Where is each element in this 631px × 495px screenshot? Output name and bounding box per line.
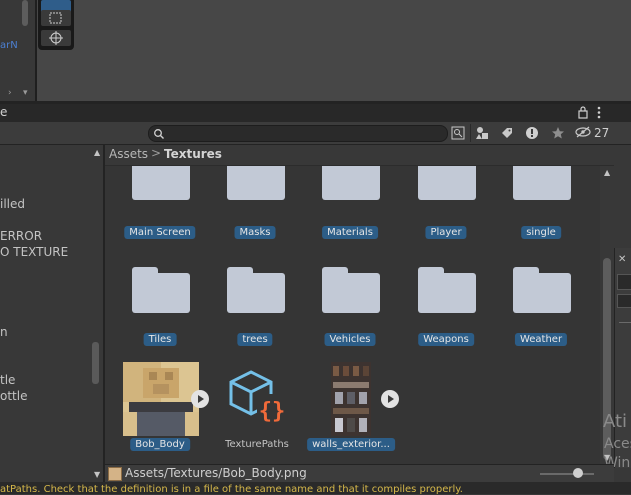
folder-tile[interactable]: single xyxy=(505,166,577,254)
folder-label: Tiles xyxy=(143,333,177,346)
breadcrumb-separator: > xyxy=(151,146,162,160)
chevron-right-icon[interactable]: › xyxy=(8,88,12,98)
folder-icon xyxy=(322,166,380,204)
breadcrumb-assets[interactable]: Assets xyxy=(109,147,148,161)
folder-tile[interactable]: Weapons xyxy=(410,264,482,364)
activation-watermark-line1: Ati xyxy=(603,411,628,432)
asset-tile-bob-body[interactable]: Bob_Body xyxy=(120,362,210,462)
crosshair-icon xyxy=(49,31,63,45)
grid-scroll-up-icon[interactable]: ▲ xyxy=(604,168,610,177)
folder-icon xyxy=(227,166,285,204)
folder-icon xyxy=(418,267,476,317)
chevron-down-icon[interactable]: ▾ xyxy=(23,88,28,98)
kebab-menu-icon[interactable] xyxy=(596,106,602,122)
expand-sprite-play-icon[interactable] xyxy=(191,390,209,408)
panel-tab-strip xyxy=(0,104,631,122)
tree-item[interactable]: ERROR xyxy=(0,229,42,243)
folder-label: Materials xyxy=(322,226,378,239)
folder-label: Masks xyxy=(234,226,276,239)
folder-icon xyxy=(418,166,476,204)
folder-tile[interactable]: Masks xyxy=(219,166,291,254)
zoom-slider-thumb[interactable] xyxy=(572,468,583,478)
favorite-star-icon[interactable] xyxy=(549,124,567,142)
toolbar-separator xyxy=(470,124,471,142)
folder-icon xyxy=(132,267,190,317)
asset-label: Bob_Body xyxy=(130,438,190,451)
asset-grid: Main Screen Masks Materials Player singl… xyxy=(105,166,600,466)
lock-icon[interactable] xyxy=(577,106,589,122)
asset-tile-texturepaths[interactable]: {} TexturePaths xyxy=(219,362,295,462)
texture-preview-icon xyxy=(123,362,199,436)
scene-view-area[interactable] xyxy=(37,0,631,102)
folder-tile[interactable]: Materials xyxy=(314,166,386,254)
console-errors-icon[interactable] xyxy=(523,124,541,142)
selected-asset-path: Assets/Textures/Bob_Body.png xyxy=(125,466,307,480)
folder-tile[interactable]: Player xyxy=(410,166,482,254)
folder-label: Main Screen xyxy=(124,226,196,239)
side-field[interactable] xyxy=(617,274,631,290)
tree-item[interactable]: O TEXTURE xyxy=(0,245,68,259)
tree-item[interactable]: ottle xyxy=(0,389,27,403)
folder-icon xyxy=(322,267,380,317)
hidden-count: 27 xyxy=(594,126,610,140)
folder-label: Weapons xyxy=(418,333,474,346)
folder-icon xyxy=(227,267,285,317)
search-input[interactable] xyxy=(148,125,448,142)
breadcrumb-textures[interactable]: Textures xyxy=(164,147,222,161)
folder-label: trees xyxy=(237,333,273,346)
tree-item[interactable]: illed xyxy=(0,197,25,211)
search-scope-icon[interactable] xyxy=(449,124,467,142)
rect-tool-button[interactable] xyxy=(41,10,71,26)
folder-tile[interactable]: trees xyxy=(219,264,291,364)
folder-label: Weather xyxy=(514,333,568,346)
console-message[interactable]: atPaths. Check that the definition is in… xyxy=(0,484,463,495)
folder-label: single xyxy=(521,226,561,239)
panel-tab-label[interactable]: e xyxy=(0,105,7,119)
texture-thumbnail xyxy=(123,362,199,436)
activation-watermark-line2: Aces xyxy=(604,436,631,452)
zoom-slider-track[interactable] xyxy=(540,473,594,475)
transform-tool-button[interactable] xyxy=(41,30,71,46)
folder-icon xyxy=(132,166,190,204)
folder-tree-pane xyxy=(0,145,104,482)
scroll-up-arrow-icon[interactable]: ▲ xyxy=(94,148,100,157)
texture-preview-icon xyxy=(331,362,371,436)
divider-line xyxy=(619,322,631,323)
folder-label: Player xyxy=(425,226,467,239)
hidden-eye-icon[interactable] xyxy=(575,126,592,141)
tree-scrollbar-thumb[interactable] xyxy=(92,342,99,384)
folder-tile[interactable]: Main Screen xyxy=(124,166,196,254)
texture-thumbnail xyxy=(331,362,371,436)
script-asset-icon: {} xyxy=(229,370,291,431)
folder-tile[interactable]: Weather xyxy=(505,264,577,364)
filter-by-label-icon[interactable] xyxy=(498,124,516,142)
tool-gizmo-panel xyxy=(38,0,74,50)
texture-file-icon xyxy=(108,467,122,481)
search-icon xyxy=(154,129,164,139)
top-left-link-text: arN xyxy=(0,40,18,51)
folder-label: Vehicles xyxy=(324,333,376,346)
svg-text:{}: {} xyxy=(259,399,286,424)
tree-item[interactable]: tle xyxy=(0,373,15,387)
folder-tile[interactable]: Vehicles xyxy=(314,264,386,364)
folder-icon xyxy=(513,267,571,317)
folder-tile[interactable]: Tiles xyxy=(124,264,196,364)
expand-sprite-play-icon[interactable] xyxy=(381,390,399,408)
folder-icon xyxy=(513,166,571,204)
rect-select-icon xyxy=(49,12,62,24)
tree-item[interactable]: n xyxy=(0,325,8,339)
side-field[interactable] xyxy=(617,294,631,308)
asset-label: TexturePaths xyxy=(225,439,289,450)
top-left-pane xyxy=(0,0,36,102)
top-left-scrollbar[interactable] xyxy=(22,0,28,26)
scroll-down-arrow-icon[interactable]: ▼ xyxy=(94,470,100,479)
right-edge-panel: ✕ xyxy=(614,248,631,468)
close-icon[interactable]: ✕ xyxy=(618,254,626,265)
filter-by-type-icon[interactable] xyxy=(473,124,491,142)
asset-tile-walls-exterior[interactable]: walls_exterior... xyxy=(307,362,401,462)
asset-label: walls_exterior... xyxy=(307,438,395,451)
